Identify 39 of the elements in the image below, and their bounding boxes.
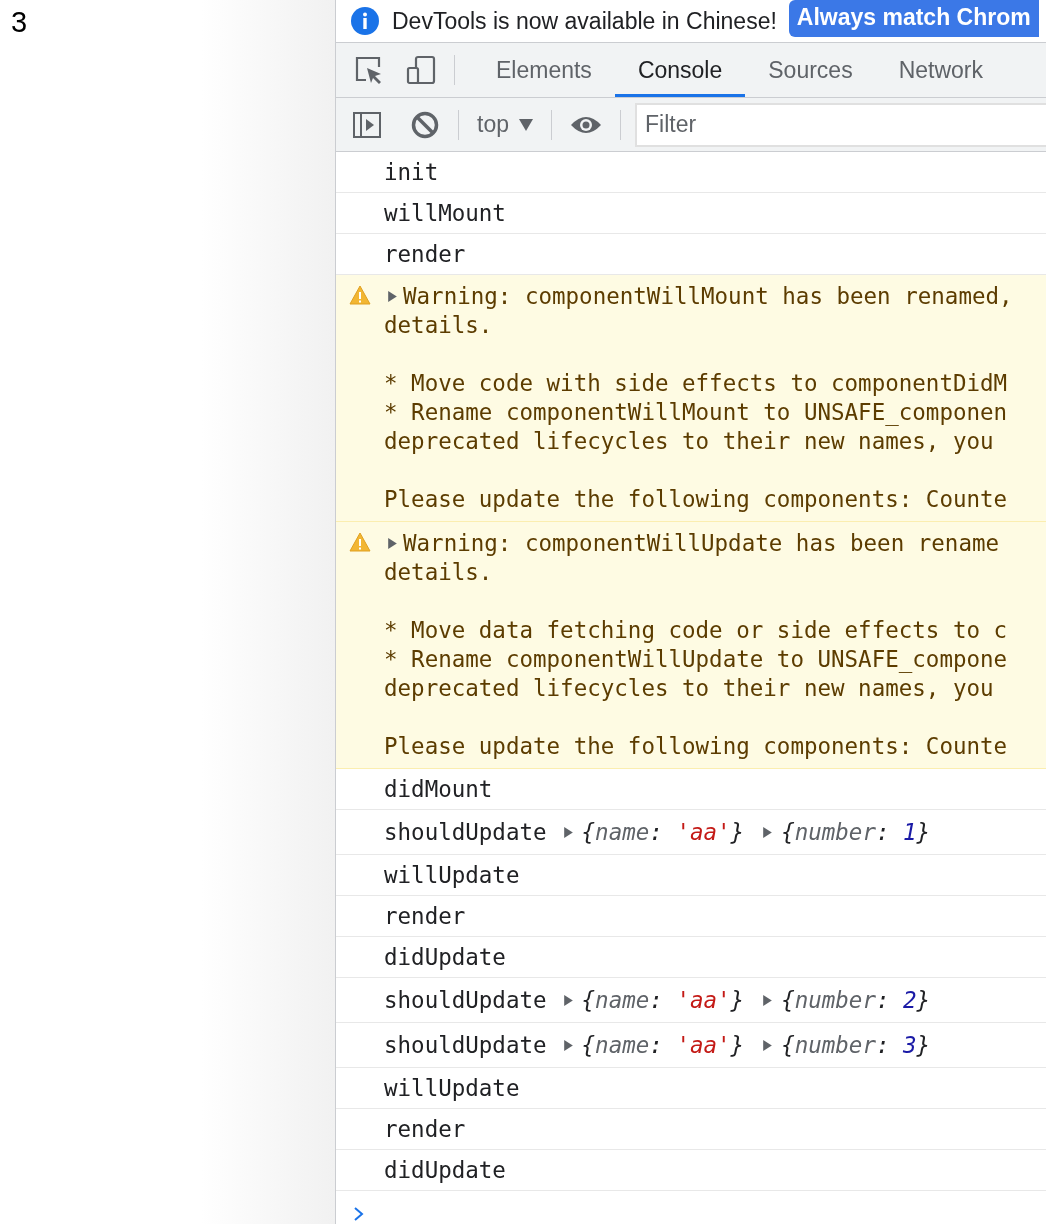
object-preview[interactable]: {number: 1}: [781, 819, 931, 845]
warning-text: * Move code with side effects to componentDidM: [384, 369, 1008, 398]
warning-text: details.: [384, 558, 493, 587]
warning-text: Please update the following components: Counte: [384, 732, 1008, 761]
warning-text: details.: [384, 311, 493, 340]
warning-text: deprecated lifecycles to their new names, you: [384, 674, 994, 703]
log-text: shouldUpdate: [384, 987, 547, 1013]
log-text: shouldUpdate: [384, 1032, 547, 1058]
log-text: render: [384, 241, 466, 267]
warning-text: Warning: componentWillUpdate has been rename: [403, 529, 1000, 558]
log-text: render: [384, 903, 466, 929]
log-text: didUpdate: [384, 944, 506, 970]
language-button[interactable]: Always match Chrom: [788, 0, 1039, 37]
object-preview[interactable]: {name: 'aa'}: [581, 987, 745, 1013]
warning-text: * Rename componentWillMount to UNSAFE_componen: [384, 398, 1008, 427]
log-text: willUpdate: [384, 1075, 520, 1101]
warning-text: * Move data fetching code or side effects to c: [384, 616, 1008, 645]
warning-text: Warning: componentWillMount has been renamed,: [403, 282, 1013, 311]
log-text: render: [384, 1116, 466, 1142]
panel-tab[interactable]: Network: [875, 43, 1006, 97]
log-text: willMount: [384, 200, 506, 226]
object-preview[interactable]: {name: 'aa'}: [581, 819, 745, 845]
object-preview[interactable]: {number: 3}: [781, 1032, 931, 1058]
panel-tab[interactable]: Sources: [745, 43, 876, 97]
object-preview[interactable]: {name: 'aa'}: [581, 1032, 745, 1058]
panel-tab[interactable]: Elements: [473, 43, 615, 97]
warning-text: * Rename componentWillUpdate to UNSAFE_compone: [384, 645, 1008, 674]
log-text: shouldUpdate: [384, 819, 547, 845]
object-preview[interactable]: {number: 2}: [781, 987, 931, 1013]
filter-field[interactable]: Filter: [635, 102, 1046, 147]
warning-text: deprecated lifecycles to their new names, you: [384, 427, 994, 456]
counter-text: 3: [11, 6, 28, 39]
log-text: willUpdate: [384, 862, 520, 888]
info-message: DevTools is now available in Chinese!: [392, 7, 777, 35]
log-text: init: [384, 159, 439, 185]
log-text: didUpdate: [384, 1157, 506, 1183]
log-text: didMount: [384, 776, 493, 802]
context-selector[interactable]: top: [477, 111, 509, 138]
warning-text: Please update the following components: Counte: [384, 485, 1008, 514]
